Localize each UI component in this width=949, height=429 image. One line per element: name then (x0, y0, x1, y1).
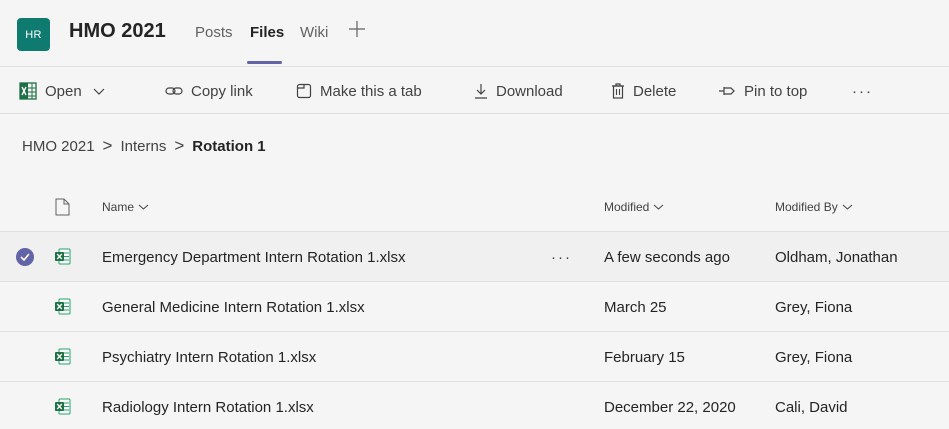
row-checkbox[interactable] (16, 248, 34, 266)
breadcrumb-separator: > (102, 136, 113, 155)
file-modified-by: Grey, Fiona (775, 298, 853, 316)
excel-file-icon (55, 248, 71, 265)
chevron-down-icon[interactable] (92, 84, 106, 98)
open-label: Open (45, 82, 82, 100)
file-modified-by: Oldham, Jonathan (775, 248, 898, 266)
make-tab-button[interactable]: Make this a tab (296, 67, 422, 115)
tab-wiki[interactable]: Wiki (300, 24, 328, 41)
chevron-down-icon (138, 204, 149, 210)
team-name: HMO 2021 (69, 20, 166, 42)
tab-posts[interactable]: Posts (195, 24, 233, 41)
column-header-name[interactable]: Name (102, 182, 149, 232)
delete-label: Delete (633, 82, 677, 100)
pin-to-top-label: Pin to top (744, 82, 808, 100)
table-row[interactable]: Psychiatry Intern Rotation 1.xlsx Februa… (0, 332, 949, 382)
plus-icon (349, 21, 365, 37)
pin-icon (719, 87, 735, 95)
column-header-modified-by-label: Modified By (775, 200, 838, 214)
delete-button[interactable]: Delete (611, 67, 676, 115)
link-icon (165, 87, 183, 95)
excel-file-icon (55, 398, 71, 415)
open-button[interactable]: Open (19, 67, 106, 115)
breadcrumb-item-team[interactable]: HMO 2021 (22, 138, 95, 155)
team-avatar[interactable]: HR (17, 18, 50, 51)
file-name[interactable]: Emergency Department Intern Rotation 1.x… (102, 232, 405, 282)
download-icon (475, 84, 487, 99)
file-name[interactable]: General Medicine Intern Rotation 1.xlsx (102, 282, 365, 332)
excel-file-icon (55, 348, 71, 365)
pin-to-top-button[interactable]: Pin to top (718, 67, 807, 115)
file-type-header[interactable] (55, 182, 70, 232)
table-row[interactable]: Radiology Intern Rotation 1.xlsx Decembe… (0, 382, 949, 429)
more-options-button[interactable]: ··· (852, 67, 873, 115)
breadcrumb: HMO 2021 > Interns > Rotation 1 (22, 136, 266, 156)
chevron-down-icon (842, 204, 853, 210)
file-name[interactable]: Psychiatry Intern Rotation 1.xlsx (102, 332, 316, 382)
copy-link-button[interactable]: Copy link (165, 67, 253, 115)
breadcrumb-item-interns[interactable]: Interns (120, 138, 166, 155)
table-row[interactable]: Emergency Department Intern Rotation 1.x… (0, 232, 949, 282)
download-button[interactable]: Download (474, 67, 563, 115)
more-icon: ··· (852, 82, 873, 100)
copy-link-label: Copy link (191, 82, 253, 100)
team-avatar-initials: HR (25, 28, 42, 41)
checkmark-icon (20, 253, 30, 261)
download-label: Download (496, 82, 563, 100)
column-header-name-label: Name (102, 200, 135, 214)
make-tab-label: Make this a tab (320, 82, 422, 100)
row-more-options-button[interactable]: ··· (551, 232, 572, 282)
table-header: Name Modified Modified By (0, 182, 949, 232)
file-name[interactable]: Radiology Intern Rotation 1.xlsx (102, 382, 314, 429)
trash-icon (612, 83, 624, 99)
breadcrumb-separator: > (174, 136, 185, 155)
file-modified: A few seconds ago (604, 248, 730, 266)
tab-files[interactable]: Files (250, 24, 284, 41)
tab-icon (296, 83, 312, 99)
file-modified: February 15 (604, 348, 685, 366)
chevron-down-icon (654, 204, 664, 210)
excel-file-icon (55, 298, 71, 315)
document-icon (55, 198, 70, 216)
file-modified: March 25 (604, 298, 667, 316)
column-header-modified-label: Modified (604, 200, 650, 214)
add-tab-button[interactable] (348, 20, 366, 42)
file-modified-by: Grey, Fiona (775, 348, 853, 366)
table-row[interactable]: General Medicine Intern Rotation 1.xlsx … (0, 282, 949, 332)
files-table: Name Modified Modified By Emergency Depa… (0, 182, 949, 429)
column-header-modified[interactable]: Modified (604, 182, 664, 232)
file-modified: December 22, 2020 (604, 398, 736, 416)
channel-header: HR HMO 2021 Posts Files Wiki (0, 0, 949, 66)
column-header-modified-by[interactable]: Modified By (775, 182, 853, 232)
excel-grid-icon (19, 82, 37, 100)
file-modified-by: Cali, David (775, 398, 848, 416)
active-tab-indicator (247, 61, 282, 64)
files-toolbar: Open Copy link Make this a tab Download … (0, 66, 949, 114)
breadcrumb-current: Rotation 1 (192, 137, 266, 155)
